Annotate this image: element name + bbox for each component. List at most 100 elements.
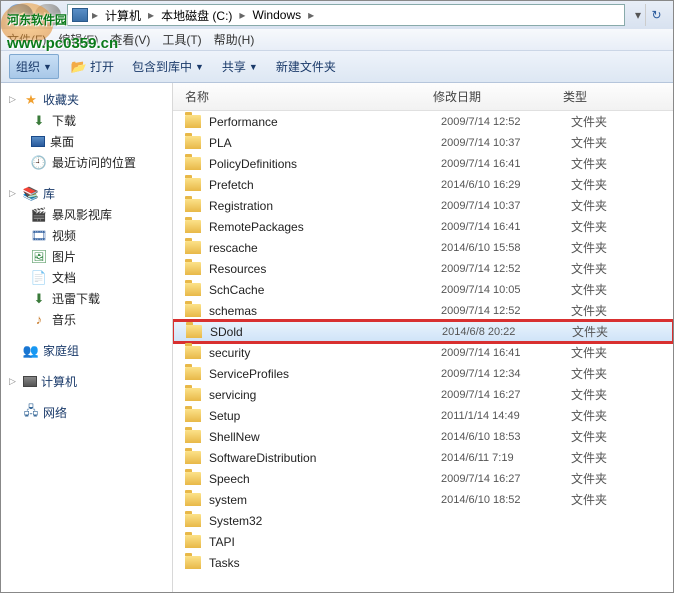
table-row[interactable]: PolicyDefinitions2009/7/14 16:41文件夹 (173, 153, 673, 174)
sidebar-item-recent[interactable]: 🕘最近访问的位置 (1, 152, 172, 173)
table-row[interactable]: Setup2011/1/14 14:49文件夹 (173, 405, 673, 426)
col-name[interactable]: 名称 (173, 88, 433, 105)
file-type: 文件夹 (571, 386, 607, 403)
homegroup-icon: 👥 (23, 343, 39, 359)
table-row[interactable]: SoftwareDistribution2014/6/11 7:19文件夹 (173, 447, 673, 468)
address-dropdown[interactable]: ▾ (631, 8, 645, 22)
sidebar-item-stormvideo[interactable]: 🎬暴风影视库 (1, 204, 172, 225)
file-name: rescache (209, 241, 441, 255)
file-date: 2014/6/8 20:22 (442, 326, 572, 338)
breadcrumb-disk[interactable]: 本地磁盘 (C:) (158, 7, 235, 24)
file-type: 文件夹 (571, 491, 607, 508)
file-name: PolicyDefinitions (209, 157, 441, 171)
table-row[interactable]: System32 (173, 510, 673, 531)
sidebar-computer[interactable]: ▷计算机 (1, 371, 172, 392)
table-row[interactable]: Tasks (173, 552, 673, 573)
sidebar-item-pictures[interactable]: 🖼图片 (1, 246, 172, 267)
file-type: 文件夹 (571, 344, 607, 361)
menubar: 文件(F) 编辑(E) 查看(V) 工具(T) 帮助(H) (1, 29, 673, 51)
table-row[interactable]: Resources2009/7/14 12:52文件夹 (173, 258, 673, 279)
table-row[interactable]: Performance2009/7/14 12:52文件夹 (173, 111, 673, 132)
video-lib-icon: 🎬 (31, 207, 47, 223)
sidebar-network[interactable]: 🖧网络 (1, 402, 172, 423)
folder-icon (185, 178, 201, 191)
file-date: 2014/6/10 18:52 (441, 494, 571, 506)
sidebar-item-documents[interactable]: 📄文档 (1, 267, 172, 288)
newfolder-button[interactable]: 新建文件夹 (270, 55, 342, 78)
sidebar-item-video[interactable]: 🎞视频 (1, 225, 172, 246)
file-rows: Performance2009/7/14 12:52文件夹PLA2009/7/1… (173, 111, 673, 592)
file-type: 文件夹 (571, 470, 607, 487)
table-row[interactable]: Prefetch2014/6/10 16:29文件夹 (173, 174, 673, 195)
menu-view[interactable]: 查看(V) (110, 31, 150, 48)
column-headers: 名称 修改日期 类型 (173, 83, 673, 111)
table-row[interactable]: TAPI (173, 531, 673, 552)
include-button[interactable]: 包含到库中▼ (126, 55, 210, 78)
file-type: 文件夹 (571, 239, 607, 256)
file-name: ShellNew (209, 430, 441, 444)
file-name: Performance (209, 115, 441, 129)
computer-icon (72, 8, 88, 22)
folder-icon (185, 556, 201, 569)
organize-button[interactable]: 组织▼ (9, 54, 59, 79)
table-row[interactable]: system2014/6/10 18:52文件夹 (173, 489, 673, 510)
file-name: servicing (209, 388, 441, 402)
file-type: 文件夹 (571, 428, 607, 445)
breadcrumb-computer[interactable]: 计算机 (102, 7, 144, 24)
file-name: schemas (209, 304, 441, 318)
table-row[interactable]: ShellNew2014/6/10 18:53文件夹 (173, 426, 673, 447)
file-type: 文件夹 (571, 407, 607, 424)
sidebar-libraries[interactable]: ▷📚库 (1, 183, 172, 204)
table-row[interactable]: Speech2009/7/14 16:27文件夹 (173, 468, 673, 489)
share-button[interactable]: 共享▼ (216, 55, 264, 78)
file-name: System32 (209, 514, 441, 528)
file-name: ServiceProfiles (209, 367, 441, 381)
sidebar-item-desktop[interactable]: 桌面 (1, 131, 172, 152)
folder-icon (185, 283, 201, 296)
open-button[interactable]: 📂打开 (65, 55, 120, 78)
folder-icon (185, 346, 201, 359)
col-date[interactable]: 修改日期 (433, 88, 563, 105)
folder-icon (185, 241, 201, 254)
folder-icon (185, 535, 201, 548)
file-type: 文件夹 (571, 260, 607, 277)
menu-help[interactable]: 帮助(H) (214, 31, 255, 48)
sidebar-favorites[interactable]: ▷★收藏夹 (1, 89, 172, 110)
file-list: 名称 修改日期 类型 Performance2009/7/14 12:52文件夹… (173, 83, 673, 592)
menu-tools[interactable]: 工具(T) (162, 31, 201, 48)
table-row[interactable]: ServiceProfiles2009/7/14 12:34文件夹 (173, 363, 673, 384)
folder-icon (186, 325, 202, 338)
sidebar-item-music[interactable]: ♪音乐 (1, 309, 172, 330)
table-row[interactable]: Registration2009/7/14 10:37文件夹 (173, 195, 673, 216)
file-date: 2014/6/10 15:58 (441, 242, 571, 254)
file-type: 文件夹 (571, 176, 607, 193)
table-row[interactable]: servicing2009/7/14 16:27文件夹 (173, 384, 673, 405)
sidebar-item-thunder[interactable]: ⬇迅雷下载 (1, 288, 172, 309)
file-name: Tasks (209, 556, 441, 570)
file-name: PLA (209, 136, 441, 150)
breadcrumb-windows[interactable]: Windows (249, 8, 304, 22)
table-row[interactable]: schemas2009/7/14 12:52文件夹 (173, 300, 673, 321)
col-type[interactable]: 类型 (563, 88, 673, 105)
file-type: 文件夹 (571, 155, 607, 172)
file-type: 文件夹 (571, 281, 607, 298)
file-name: SoftwareDistribution (209, 451, 441, 465)
table-row[interactable]: RemotePackages2009/7/14 16:41文件夹 (173, 216, 673, 237)
table-row[interactable]: SchCache2009/7/14 10:05文件夹 (173, 279, 673, 300)
file-date: 2009/7/14 16:41 (441, 347, 571, 359)
menu-edit[interactable]: 编辑(E) (58, 31, 98, 48)
table-row[interactable]: PLA2009/7/14 10:37文件夹 (173, 132, 673, 153)
folder-icon (185, 514, 201, 527)
table-row[interactable]: rescache2014/6/10 15:58文件夹 (173, 237, 673, 258)
breadcrumb-sep: ▸ (92, 8, 98, 22)
sidebar-item-downloads[interactable]: ⬇下载 (1, 110, 172, 131)
file-name: Resources (209, 262, 441, 276)
address-bar[interactable]: ▸ 计算机 ▸ 本地磁盘 (C:) ▸ Windows ▸ (67, 4, 625, 26)
refresh-button[interactable]: ↻ (645, 4, 667, 26)
picture-icon: 🖼 (31, 249, 47, 265)
sidebar-homegroup[interactable]: 👥家庭组 (1, 340, 172, 361)
table-row[interactable]: SDold2014/6/8 20:22文件夹 (173, 321, 673, 342)
file-date: 2009/7/14 10:05 (441, 284, 571, 296)
table-row[interactable]: security2009/7/14 16:41文件夹 (173, 342, 673, 363)
folder-icon (185, 409, 201, 422)
